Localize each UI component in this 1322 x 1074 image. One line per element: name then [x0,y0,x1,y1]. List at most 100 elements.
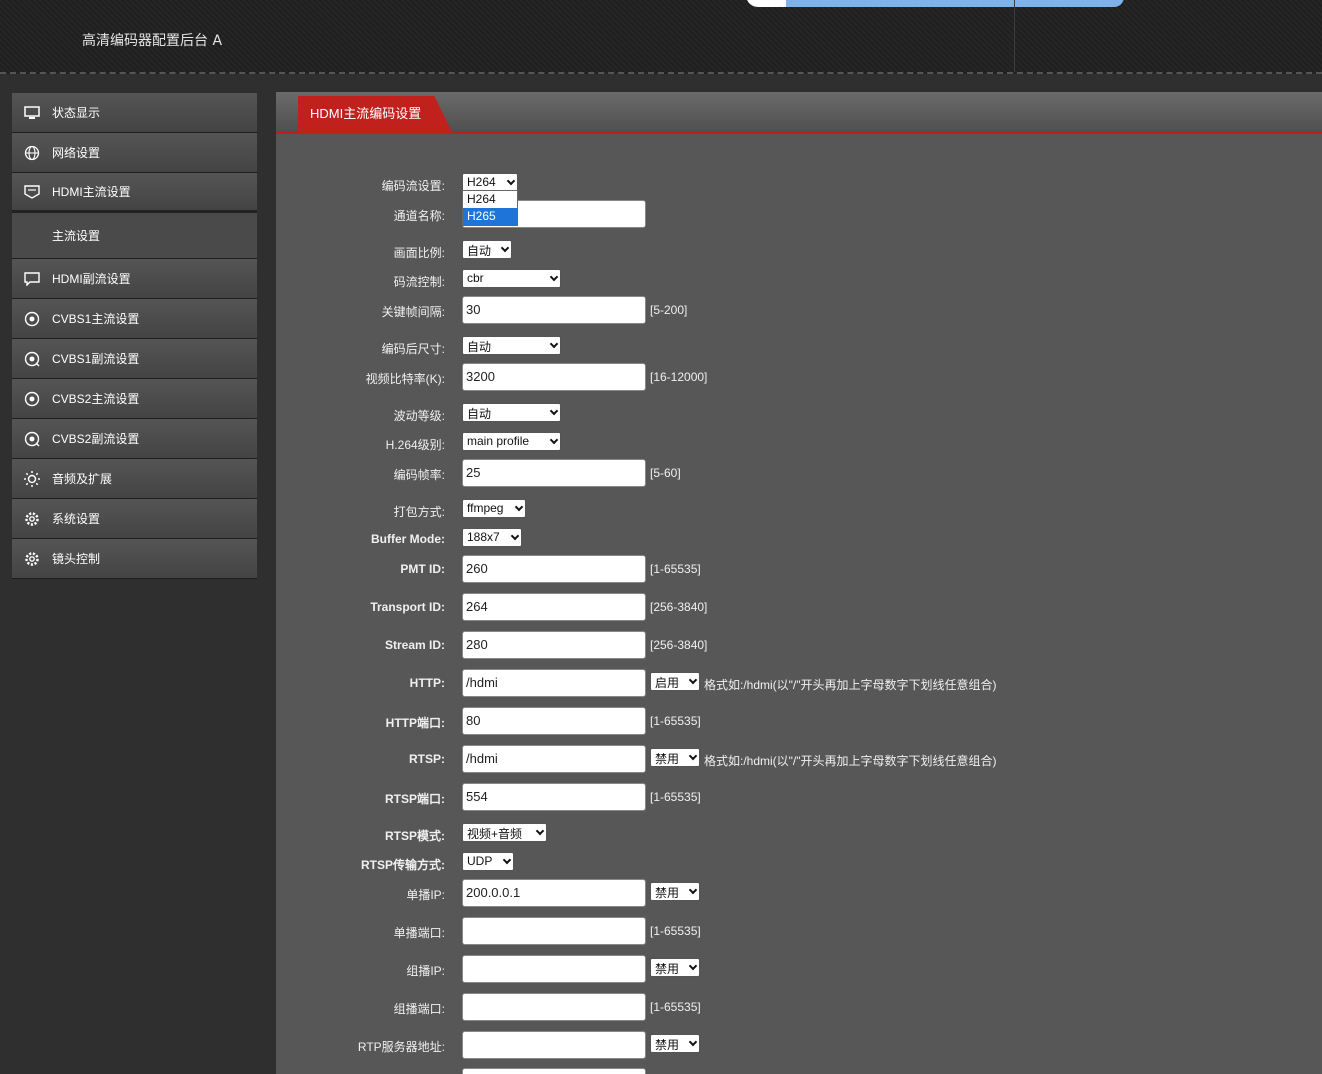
panel-titlebar: HDMI主流编码设置 [276,92,1322,134]
rtsp-trans-select[interactable]: UDP [462,852,514,871]
http-label: HTTP: [409,676,445,690]
camera-icon [12,351,52,367]
chevron-down-icon [502,855,512,865]
rate-control-value: cbr [467,271,484,285]
chevron-down-icon [688,961,698,971]
row-codec: 编码流设置: H264 [276,170,1322,198]
top-header: 高清编码器配置后台 A [0,0,1322,74]
row-gop: 关键帧间隔: 30 [5-200] [276,296,1322,324]
sidebar-item-label: 系统设置 [52,512,101,526]
sidebar-item-lens[interactable]: 镜头控制 [12,539,257,579]
buffer-select[interactable]: 188x7 [462,528,522,547]
chevron-down-icon [688,885,698,895]
rtsp-input[interactable]: /hdmi [462,745,646,773]
sidebar-item-cvbs1-sub[interactable]: CVBS1副流设置 [12,339,257,379]
profile-label: H.264级别: [385,438,445,452]
rtp-server-input[interactable] [462,1031,646,1059]
gear-icon [12,510,52,528]
transport-hint: [256-3840] [650,600,708,614]
rtsp-toggle-select[interactable]: 禁用 [650,748,700,767]
tab-hdmi-main-encode[interactable]: HDMI主流编码设置 [298,96,453,134]
buffer-value: 188x7 [467,530,500,544]
sidebar-item-main-settings[interactable]: 主流设置 [12,213,257,259]
rtsp-mode-select[interactable]: 视频+音频 [462,823,547,842]
unicast-port-hint: [1-65535] [650,924,701,938]
chevron-down-icon [535,826,545,836]
unicast-port-input[interactable] [462,917,646,945]
gop-input[interactable]: 30 [462,296,646,324]
sidebar-item-label: CVBS2主流设置 [52,392,140,406]
multicast-toggle-select[interactable]: 禁用 [650,958,700,977]
profile-select[interactable]: main profile [462,432,561,451]
row-unicast-port: 单播端口: [1-65535] [276,917,1322,945]
app-title: 高清编码器配置后台 A [82,33,223,49]
sidebar-item-label: 镜头控制 [52,552,101,566]
fluct-select[interactable]: 自动 [462,403,561,422]
bitrate-input[interactable]: 3200 [462,363,646,391]
codec-value: H264 [467,175,496,189]
settings-panel: HDMI主流编码设置 编码流设置: H264 通道名称: H264 H265 画… [276,92,1322,1074]
sidebar-item-audio[interactable]: 音频及扩展 [12,459,257,499]
sidebar-item-cvbs2-main[interactable]: CVBS2主流设置 [12,379,257,419]
row-profile: H.264级别: main profile [276,429,1322,457]
rtp-server-toggle-value: 禁用 [655,1038,680,1052]
http-toggle-select[interactable]: 启用 [650,672,700,691]
rtp-server-toggle-select[interactable]: 禁用 [650,1034,700,1053]
size-select[interactable]: 自动 [462,336,561,355]
sidebar-item-hdmi-main[interactable]: HDMI主流设置 [12,173,257,213]
unicast-ip-input[interactable]: 200.0.0.1 [462,879,646,907]
row-bitrate: 视频比特率(K): 3200 [16-12000] [276,363,1322,391]
gop-hint: [5-200] [650,303,688,317]
sidebar-item-system[interactable]: 系统设置 [12,499,257,539]
sidebar-item-label: 主流设置 [52,229,101,243]
rtsp-port-label: RTSP端口: [384,792,445,806]
gop-label: 关键帧间隔: [381,305,445,319]
pmt-input[interactable]: 260 [462,555,646,583]
chevron-down-icon [688,1037,698,1047]
row-multicast-ip: 组播IP: 禁用 [276,955,1322,983]
aspect-select[interactable]: 自动 [462,240,512,259]
unicast-toggle-select[interactable]: 禁用 [650,882,700,901]
gear-icon [12,550,52,568]
sidebar-item-label: 音频及扩展 [52,472,113,486]
pack-value: ffmpeg [467,501,504,515]
multicast-port-hint: [1-65535] [650,1000,701,1014]
sidebar-item-status[interactable]: 状态显示 [12,93,257,133]
rtsp-port-hint: [1-65535] [650,790,701,804]
sidebar-item-cvbs2-sub[interactable]: CVBS2副流设置 [12,419,257,459]
sidebar-item-cvbs1-main[interactable]: CVBS1主流设置 [12,299,257,339]
bitrate-hint: [16-12000] [650,370,708,384]
rtsp-port-input[interactable]: 554 [462,783,646,811]
sidebar-item-hdmi-sub[interactable]: HDMI副流设置 [12,259,257,299]
camera-icon [12,391,52,407]
fps-input[interactable]: 25 [462,459,646,487]
fluct-value: 自动 [467,407,492,421]
browser-overlay [746,0,1124,7]
sidebar-item-network[interactable]: 网络设置 [12,133,257,173]
rtsp-label: RTSP: [409,752,445,766]
http-port-input[interactable]: 80 [462,707,646,735]
profile-value: main profile [467,434,530,448]
chevron-down-icon [549,272,559,282]
fps-label: 编码帧率: [393,468,445,482]
pack-select[interactable]: ffmpeg [462,499,526,518]
monitor-icon [12,105,52,120]
next-input-partial[interactable] [462,1068,646,1074]
rtsp-toggle-value: 禁用 [655,752,680,766]
transport-input[interactable]: 264 [462,593,646,621]
multicast-port-input[interactable] [462,993,646,1021]
multicast-ip-input[interactable] [462,955,646,983]
http-input[interactable]: /hdmi [462,669,646,697]
stream-input[interactable]: 280 [462,631,646,659]
display-icon [12,184,52,199]
rate-control-select[interactable]: cbr [462,269,561,288]
camera-icon [12,311,52,327]
sidebar-item-label: CVBS2副流设置 [52,432,140,446]
sidebar: 状态显示 网络设置 HDMI主流设置 主流设置 HDMI副流设置 CVBS1主流… [12,93,257,579]
codec-option-h265[interactable]: H265 [463,208,517,225]
stream-hint: [256-3840] [650,638,708,652]
chevron-down-icon [688,675,698,685]
row-unicast-ip: 单播IP: 200.0.0.1 禁用 [276,879,1322,907]
codec-option-h264[interactable]: H264 [463,191,517,208]
row-fps: 编码帧率: 25 [5-60] [276,459,1322,487]
